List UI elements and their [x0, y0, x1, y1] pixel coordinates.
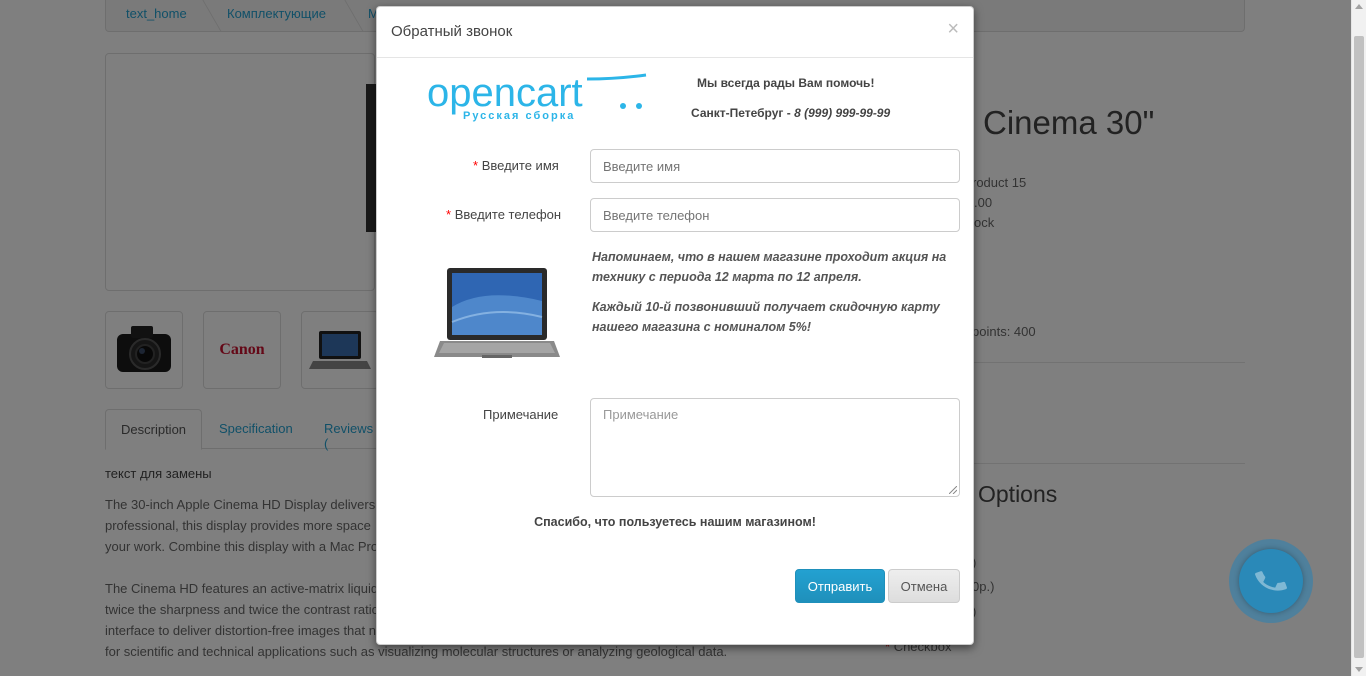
page-scrollbar[interactable] [1351, 0, 1366, 676]
laptop-image [434, 268, 560, 358]
name-input[interactable] [590, 149, 960, 183]
logo-subtext: Русская сборка [463, 110, 575, 122]
name-label-text: Введите имя [481, 158, 559, 173]
thanks-message: Спасибо, что пользуетесь нашим магазином… [534, 515, 816, 529]
help-contact: Санкт-Петебруг - 8 (999) 999-99-99 [691, 106, 890, 120]
modal-header: Обратный звонок × [377, 7, 973, 58]
callback-float-button[interactable] [1229, 539, 1313, 623]
logo-wordmark: opencart [427, 73, 583, 115]
help-phone-number: 8 (999) 999-99-99 [794, 106, 891, 120]
help-dash: - [786, 106, 791, 120]
help-title: Мы всегда рады Вам помочь! [697, 76, 875, 90]
phone-label-text: Введите телефон [454, 207, 562, 222]
resize-grip-icon[interactable] [949, 486, 957, 494]
scrollbar-thumb[interactable] [1354, 36, 1364, 658]
promo-text: Каждый 10-й позвонивший получает скидочн… [592, 300, 940, 334]
note-label: Примечание [483, 407, 559, 422]
callback-button-core [1239, 549, 1303, 613]
note-textarea[interactable]: Примечание [590, 398, 960, 497]
name-label: * Введите имя [473, 158, 559, 173]
note-placeholder: Примечание [603, 407, 679, 422]
required-mark: * [473, 158, 479, 173]
submit-button[interactable]: Отправить [795, 569, 885, 603]
required-mark: * [446, 207, 452, 222]
help-city: Санкт-Петебруг [691, 106, 784, 120]
phone-input[interactable] [590, 198, 960, 232]
close-icon[interactable]: × [947, 19, 959, 39]
modal-title: Обратный звонок [391, 23, 513, 40]
scroll-up-icon[interactable] [1355, 4, 1363, 9]
phone-icon [1255, 571, 1287, 591]
promo-text: Напоминаем, что в нашем магазине проходи… [592, 250, 947, 284]
callback-modal: Обратный звонок × opencart Русская сборк… [376, 6, 974, 645]
cancel-button[interactable]: Отмена [888, 569, 960, 603]
opencart-logo: opencart Русская сборка [427, 73, 647, 122]
phone-label: * Введите телефон [446, 207, 561, 222]
scroll-down-icon[interactable] [1355, 667, 1363, 672]
opencart-cart-icon [586, 73, 647, 81]
